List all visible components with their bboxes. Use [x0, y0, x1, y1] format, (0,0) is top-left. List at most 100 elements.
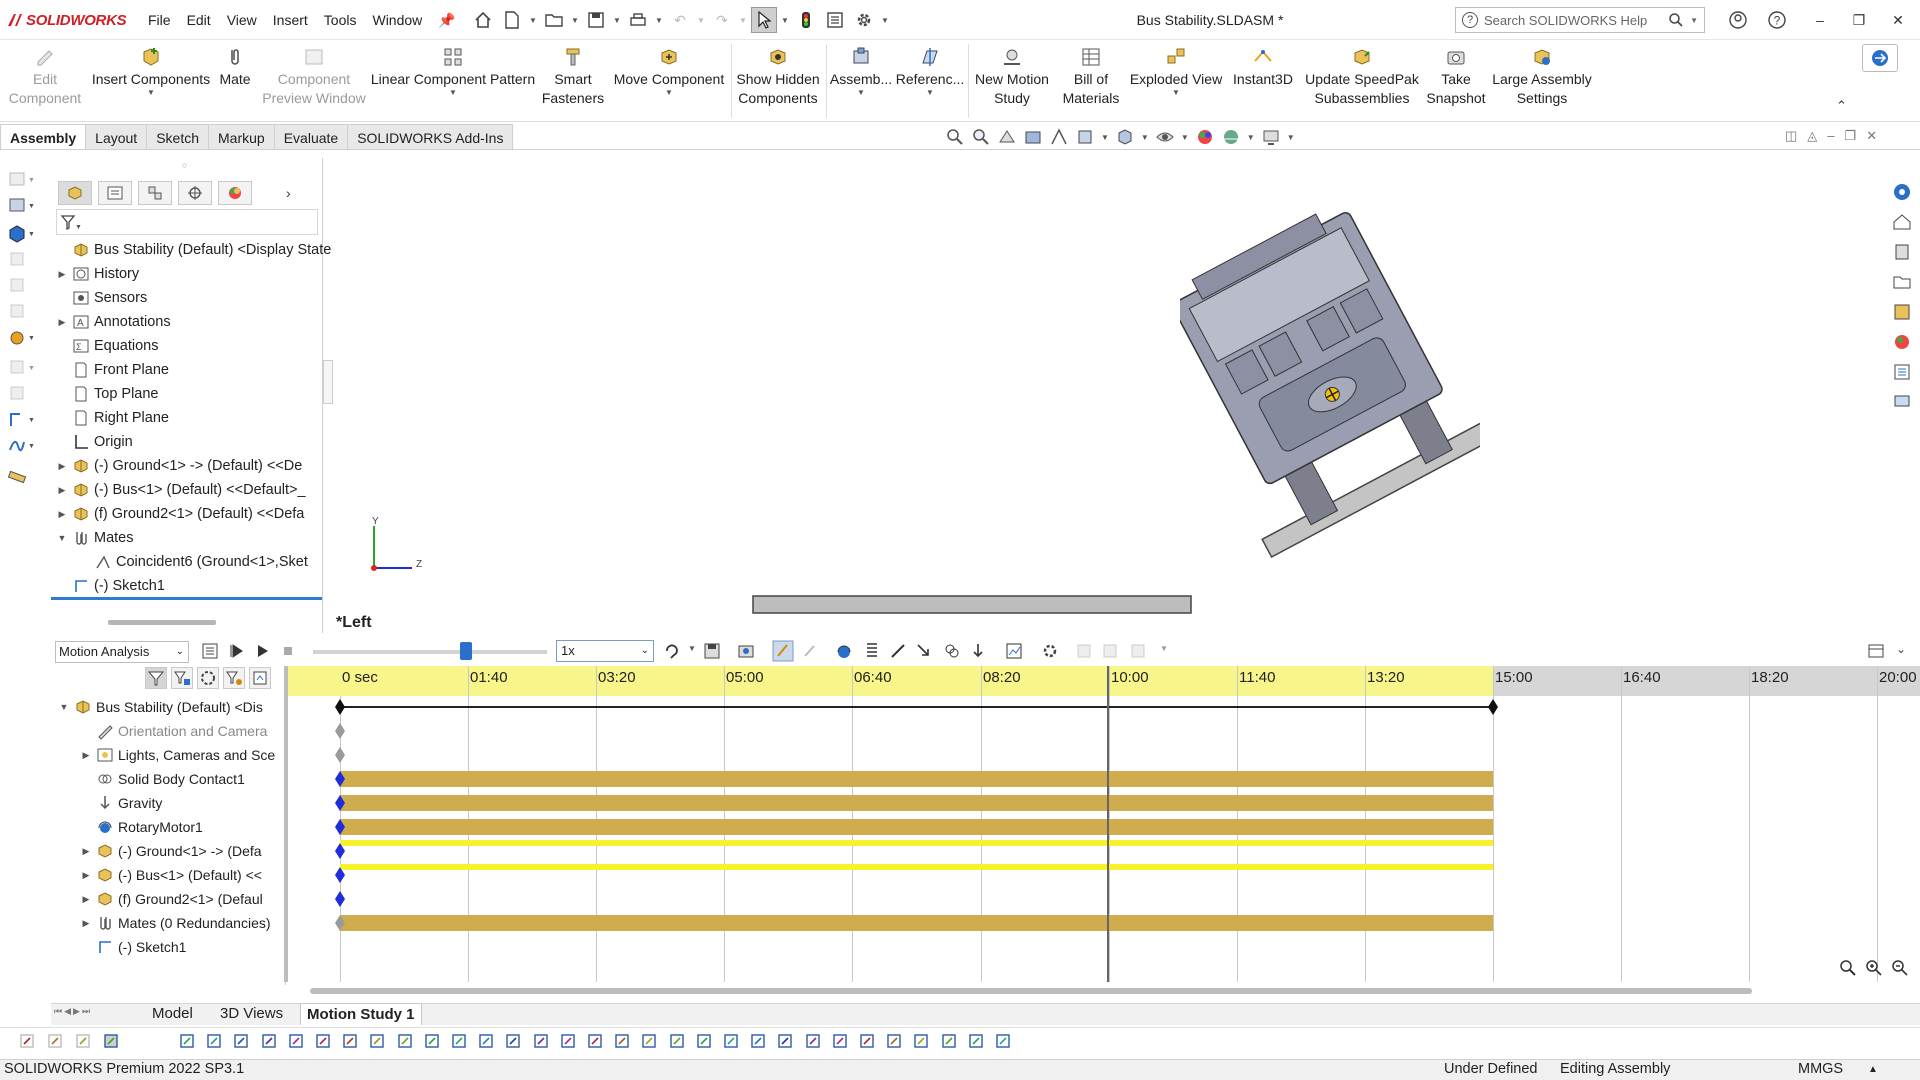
filter-all-icon[interactable] [249, 667, 271, 689]
tree-item-sensors[interactable]: Sensors [56, 286, 147, 310]
key-bar-gravity[interactable] [340, 795, 1493, 811]
note-filter-icon[interactable] [530, 1030, 554, 1054]
tab-assembly[interactable]: Assembly [0, 124, 87, 150]
design-library-icon[interactable] [1892, 242, 1912, 262]
expand-arrow-icon[interactable]: ▶ [80, 750, 92, 761]
apply-scene-icon[interactable] [1221, 127, 1241, 147]
zoom-in-icon[interactable] [1864, 958, 1884, 978]
filter-animated-icon[interactable] [145, 667, 167, 689]
keypoint-ground[interactable] [335, 843, 345, 859]
tab-dimxpert[interactable] [178, 181, 212, 205]
tab-model[interactable]: Model [146, 1003, 199, 1025]
insert-components-button[interactable]: Insert Components ▼ [88, 44, 214, 118]
filter-funnel-icon[interactable]: ▼ [60, 213, 82, 233]
view-palette-icon[interactable] [1892, 302, 1912, 322]
keypoint-bus[interactable] [335, 867, 345, 883]
spline-icon[interactable]: ▼ [6, 434, 34, 458]
tree-item-history[interactable]: ▶ History [56, 262, 140, 286]
reference-dropdown-icon[interactable]: ▼ [926, 89, 934, 97]
tab-prev-icon[interactable]: ◀ [64, 1006, 71, 1017]
linear-pattern-button[interactable]: Linear Component Pattern ▼ [370, 44, 536, 118]
tree-root-assembly[interactable]: Bus Stability (Default) <Display State [56, 238, 331, 262]
section-view-icon[interactable] [1023, 127, 1043, 147]
transparency-icon[interactable] [6, 300, 34, 324]
tab-markup[interactable]: Markup [208, 124, 275, 150]
search-icon[interactable] [1668, 12, 1684, 28]
motor-icon[interactable] [834, 641, 854, 661]
keypoint-motor[interactable] [335, 819, 345, 835]
smart-fasteners-button[interactable]: Smart Fasteners [540, 44, 606, 118]
light-filter-icon[interactable] [992, 1030, 1016, 1054]
play-from-start-icon[interactable] [226, 641, 246, 661]
filter-results-icon[interactable] [223, 667, 245, 689]
file-explorer-icon[interactable] [1892, 272, 1912, 292]
gravity-icon[interactable] [968, 641, 988, 661]
study-type-dropdown-icon[interactable]: ⌄ [176, 642, 184, 662]
hide-show-dropdown-icon[interactable]: ▼ [1181, 133, 1189, 142]
solid-body-filter-icon[interactable] [312, 1030, 336, 1054]
print-dropdown-icon[interactable]: ▼ [654, 7, 664, 33]
center-mark-filter-icon[interactable] [774, 1030, 798, 1054]
keypoint-contact[interactable] [335, 771, 345, 787]
options-dropdown-icon[interactable]: ▼ [880, 7, 890, 33]
tab-motion-study-1[interactable]: Motion Study 1 [300, 1003, 422, 1025]
playback-speed-select[interactable]: 1x ⌄ [556, 640, 654, 662]
filter-vertex-filter-icon[interactable] [72, 1030, 96, 1054]
key-bar-contact[interactable] [340, 771, 1493, 787]
viewport-split-icon[interactable]: ◫ [1785, 128, 1797, 144]
update-speedpak-button[interactable]: Update SpeedPak Subassemblies [1304, 44, 1420, 118]
motion-tree-motor[interactable]: RotaryMotor1 [80, 815, 203, 839]
close-icon[interactable]: ✕ [1884, 12, 1912, 29]
surface-finish-filter-icon[interactable] [611, 1030, 635, 1054]
simulation-dropdown-icon[interactable]: ▼ [1160, 644, 1168, 653]
hidden-lines-icon[interactable] [6, 248, 34, 272]
surface-filter-icon[interactable] [339, 1030, 363, 1054]
origin-filter-icon[interactable] [203, 1030, 227, 1054]
view-settings-dropdown-icon[interactable]: ▼ [1287, 133, 1295, 142]
tree-item-right-plane[interactable]: Right Plane [56, 406, 169, 430]
open-folder-icon[interactable] [541, 7, 567, 33]
bus-model-3d[interactable] [1180, 200, 1480, 580]
rebuild-icon[interactable] [793, 7, 819, 33]
taskpane-toggle-button[interactable] [1862, 44, 1898, 72]
keypoint-root-end[interactable] [1488, 699, 1498, 715]
assembly-features-button[interactable]: Assemb... ▼ [829, 44, 893, 118]
motion-manager-layout-icon[interactable] [1866, 641, 1886, 661]
tree-horizontal-scrollbar[interactable] [108, 620, 216, 625]
camera-filter-icon[interactable] [965, 1030, 989, 1054]
collapse-ribbon-icon[interactable]: ⌃ [1836, 98, 1847, 114]
motion-tree-contact[interactable]: Solid Body Contact1 [80, 767, 245, 791]
view-orientation-icon[interactable] [1075, 127, 1095, 147]
new-document-icon[interactable] [499, 7, 525, 33]
large-assembly-settings-button[interactable]: Large Assembly Settings [1492, 44, 1592, 118]
motion-tree-lights[interactable]: ▶ Lights, Cameras and Sce [80, 743, 276, 767]
spring-filter-icon[interactable] [856, 1030, 880, 1054]
stop-icon[interactable] [278, 641, 298, 661]
add-update-key-icon[interactable] [800, 641, 820, 661]
save-animation-icon[interactable] [702, 641, 722, 661]
filter-toggle-filter-icon[interactable] [16, 1030, 40, 1054]
zoom-to-area-icon[interactable] [971, 127, 991, 147]
dynamic-annotation-icon[interactable] [1049, 127, 1069, 147]
sketch-icon[interactable]: ▼ [6, 408, 34, 432]
motion-tree-orientation[interactable]: Orientation and Camera [80, 719, 267, 743]
reference-icon[interactable]: ▼ [6, 356, 34, 380]
viewport-tile-icon[interactable]: ◬ [1807, 128, 1817, 144]
units-dropdown-icon[interactable]: ▲ [1868, 1064, 1878, 1075]
autokey-icon[interactable] [772, 640, 794, 662]
study-type-select[interactable]: Motion Analysis ⌄ [55, 641, 189, 663]
face-filter-icon[interactable] [394, 1030, 418, 1054]
motion-study-properties-icon[interactable] [1040, 641, 1060, 661]
new-motion-study-button[interactable]: New Motion Study [970, 44, 1054, 118]
tree-item-front-plane[interactable]: Front Plane [56, 358, 169, 382]
expand-arrow-icon[interactable]: ▶ [80, 918, 92, 929]
playback-mode-dropdown-icon[interactable]: ▼ [688, 644, 696, 653]
timeline-horizontal-scrollbar[interactable] [310, 988, 1752, 994]
exploded-view-button[interactable]: Exploded View ▼ [1128, 44, 1224, 118]
animation-wizard-icon[interactable] [736, 641, 756, 661]
menu-window[interactable]: Window [364, 12, 430, 28]
edge-filter-icon[interactable] [366, 1030, 390, 1054]
keypoint-mates[interactable] [335, 915, 345, 931]
expand-arrow-icon[interactable]: ▶ [80, 894, 92, 905]
user-account-icon[interactable] [1728, 10, 1756, 30]
